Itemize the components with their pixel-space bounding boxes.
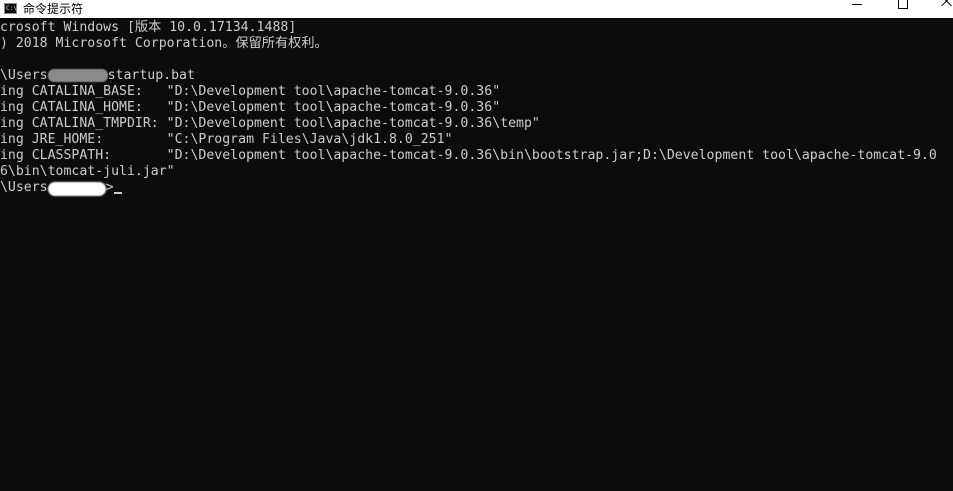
- console-command-line: :\Users startup.bat: [0, 68, 195, 84]
- window-title: 命令提示符: [23, 2, 84, 16]
- redacted-username: [47, 69, 108, 82]
- command-text: startup.bat: [107, 68, 195, 83]
- command-path: :\Users: [0, 68, 48, 83]
- redacted-username: [47, 182, 106, 196]
- maximize-icon: [898, 0, 908, 9]
- console-output-line: sing CLASSPATH: "D:\Development tool\apa…: [0, 148, 937, 163]
- console-output-area[interactable]: icrosoft Windows [版本 10.0.17134.1488] c)…: [0, 19, 953, 491]
- text-cursor: [113, 192, 122, 194]
- console-output-line: sing CATALINA_BASE: "D:\Development tool…: [0, 84, 501, 99]
- command-prompt-window: C:\ 命令提示符 icrosoft Windows [版本 10.0.1713…: [0, 0, 953, 491]
- prompt-path: :\Users: [0, 180, 48, 195]
- console-header-version: icrosoft Windows [版本 10.0.17134.1488]: [0, 20, 297, 35]
- console-prompt-line[interactable]: :\Users >: [0, 180, 122, 196]
- close-button[interactable]: [925, 0, 953, 18]
- console-output-line: sing CATALINA_HOME: "D:\Development tool…: [0, 100, 501, 115]
- title-bar[interactable]: C:\ 命令提示符: [0, 0, 953, 18]
- cmd-icon: C:\: [4, 3, 17, 14]
- maximize-button[interactable]: [879, 0, 925, 18]
- close-icon: [940, 0, 953, 8]
- console-output-line: sing JRE_HOME: "C:\Program Files\Java\jd…: [0, 132, 453, 147]
- console-header-copyright: c) 2018 Microsoft Corporation。保留所有权利。: [0, 36, 328, 51]
- minimize-button[interactable]: [833, 0, 879, 18]
- console-output-line: 36\bin\tomcat-juli.jar": [0, 164, 175, 179]
- minimize-icon: [852, 4, 862, 5]
- prompt-symbol: >: [105, 180, 114, 195]
- console-output-line: sing CATALINA_TMPDIR: "D:\Development to…: [0, 116, 540, 131]
